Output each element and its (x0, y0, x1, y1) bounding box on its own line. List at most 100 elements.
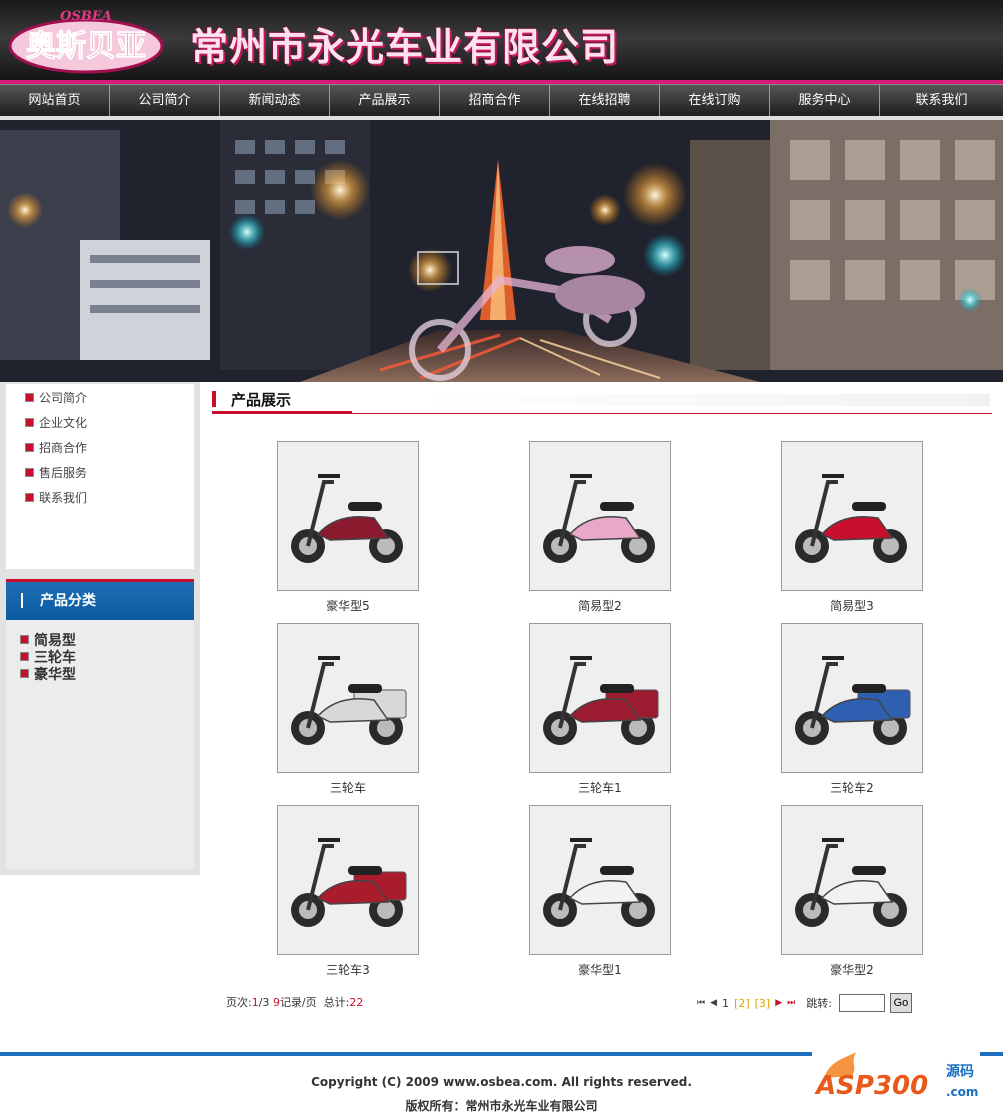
total-count: 22 (349, 996, 364, 1009)
product-card[interactable]: 简易型2 (529, 441, 671, 614)
pipe-icon (21, 593, 23, 608)
sidebar-item-label: 联系我们 (39, 491, 88, 505)
product-name[interactable]: 三轮车2 (781, 779, 923, 796)
product-image[interactable] (781, 441, 923, 591)
product-name[interactable]: 三轮车1 (529, 779, 671, 796)
section-divider-accent (212, 411, 352, 414)
page-info: 页次:1/3 9记录/页 总计:22 (226, 994, 363, 1010)
product-card[interactable]: 三轮车1 (529, 623, 671, 796)
sidebar-item-about[interactable]: 公司简介 (25, 389, 88, 406)
sidebar-item-label: 招商合作 (39, 441, 88, 455)
ebike-icon (543, 474, 655, 563)
product-card[interactable]: 简易型3 (781, 441, 923, 614)
nav-item-order[interactable]: 在线订购 (660, 85, 770, 117)
product-card[interactable]: 三轮车 (277, 623, 419, 796)
bullet-icon (25, 443, 34, 452)
product-name[interactable]: 简易型2 (529, 597, 671, 614)
sidebar-links-box: 公司简介 企业文化 招商合作 售后服务 联系我们 (6, 384, 194, 569)
product-name[interactable]: 三轮车3 (277, 961, 419, 978)
product-card[interactable]: 豪华型1 (529, 805, 671, 978)
next-page-icon[interactable]: ▶ (775, 998, 782, 1008)
product-name[interactable]: 豪华型2 (781, 961, 923, 978)
bullet-icon (25, 418, 34, 427)
bullet-icon (25, 468, 34, 477)
sidebar-item-label: 公司简介 (39, 391, 88, 405)
sidebar-item-label: 企业文化 (39, 416, 88, 430)
first-page-icon[interactable]: ⏮ (697, 998, 705, 1008)
product-card[interactable]: 三轮车3 (277, 805, 419, 978)
section-title: 产品展示 (231, 391, 292, 409)
nav-item-contact[interactable]: 联系我们 (880, 85, 1003, 117)
bullet-icon (25, 393, 34, 402)
go-button[interactable]: Go (889, 993, 912, 1013)
badge-text: ASP300 (814, 1071, 928, 1101)
banner-image (0, 120, 1003, 382)
sidebar-item-aftersales[interactable]: 售后服务 (25, 464, 88, 481)
bullet-icon (20, 635, 29, 644)
jump-label: 跳转: (806, 997, 832, 1010)
product-name[interactable]: 三轮车 (277, 779, 419, 796)
asp300-badge[interactable]: ASP300 源码 .com (812, 1048, 980, 1108)
bullet-icon (20, 669, 29, 678)
nav-item-partnership[interactable]: 招商合作 (440, 85, 550, 117)
product-image[interactable] (781, 805, 923, 955)
ebike-icon (543, 656, 659, 745)
page-link-2[interactable]: [2] (734, 997, 750, 1010)
nav-item-news[interactable]: 新闻动态 (220, 85, 330, 117)
per-page-label: 记录/页 (279, 996, 317, 1009)
page-label: 页次: (226, 996, 252, 1009)
nav-item-jobs[interactable]: 在线招聘 (550, 85, 660, 117)
ebike-icon (795, 474, 907, 563)
product-card[interactable]: 豪华型5 (277, 441, 419, 614)
page-link-3[interactable]: [3] (755, 997, 771, 1010)
category-item-luxury[interactable]: 豪华型 (20, 664, 76, 684)
main-nav: 网站首页 公司简介 新闻动态 产品展示 招商合作 在线招聘 在线订购 服务中心 … (0, 84, 1003, 117)
product-image[interactable] (277, 441, 419, 591)
product-name[interactable]: 豪华型5 (277, 597, 419, 614)
page-current: 1 (722, 996, 730, 1010)
product-image[interactable] (529, 441, 671, 591)
section-marker-icon (212, 391, 216, 407)
badge-domain: .com (946, 1085, 978, 1099)
category-title: 产品分类 (40, 593, 96, 609)
category-header: 产品分类 (6, 582, 194, 620)
ebike-icon (291, 656, 407, 745)
nav-item-products[interactable]: 产品展示 (330, 85, 440, 117)
product-image[interactable] (277, 623, 419, 773)
product-image[interactable] (529, 623, 671, 773)
sidebar-item-culture[interactable]: 企业文化 (25, 414, 88, 431)
nav-item-service[interactable]: 服务中心 (770, 85, 880, 117)
sidebar-item-partnership[interactable]: 招商合作 (25, 439, 88, 456)
jump-page-input[interactable] (838, 994, 885, 1012)
nav-item-home[interactable]: 网站首页 (0, 85, 110, 117)
section-header-shade (416, 394, 990, 406)
bullet-icon (20, 652, 29, 661)
prev-page-icon[interactable]: ◀ (710, 998, 717, 1008)
total-pages: /3 (258, 996, 270, 1009)
product-image[interactable] (781, 623, 923, 773)
ebike-icon (543, 838, 655, 927)
product-card[interactable]: 豪华型2 (781, 805, 923, 978)
ebike-icon (291, 838, 407, 927)
product-image[interactable] (529, 805, 671, 955)
ebike-icon (795, 838, 907, 927)
product-card[interactable]: 三轮车2 (781, 623, 923, 796)
sidebar-item-label: 售后服务 (39, 466, 88, 480)
ebike-icon (795, 656, 911, 745)
per-page-count: 9 (272, 996, 280, 1009)
current-page-number: 1 (251, 996, 259, 1009)
product-name[interactable]: 简易型3 (781, 597, 923, 614)
badge-sub: 源码 (946, 1063, 974, 1080)
category-label: 豪华型 (34, 667, 76, 683)
osbea-logo[interactable]: 奥斯贝亚 OSBEA (8, 6, 164, 74)
last-page-icon[interactable]: ⏭ (787, 998, 795, 1008)
product-name[interactable]: 豪华型1 (529, 961, 671, 978)
sidebar-item-contact[interactable]: 联系我们 (25, 489, 88, 506)
pagination: ⏮ ◀ 1 [2] [3] ▶ ⏭ 跳转: Go (697, 993, 912, 1013)
product-image[interactable] (277, 805, 419, 955)
ebike-icon (291, 474, 403, 563)
company-name: 常州市永光车业有限公司 (190, 25, 620, 69)
nav-item-about[interactable]: 公司简介 (110, 85, 220, 117)
bullet-icon (25, 493, 34, 502)
total-label: 总计: (323, 996, 350, 1009)
